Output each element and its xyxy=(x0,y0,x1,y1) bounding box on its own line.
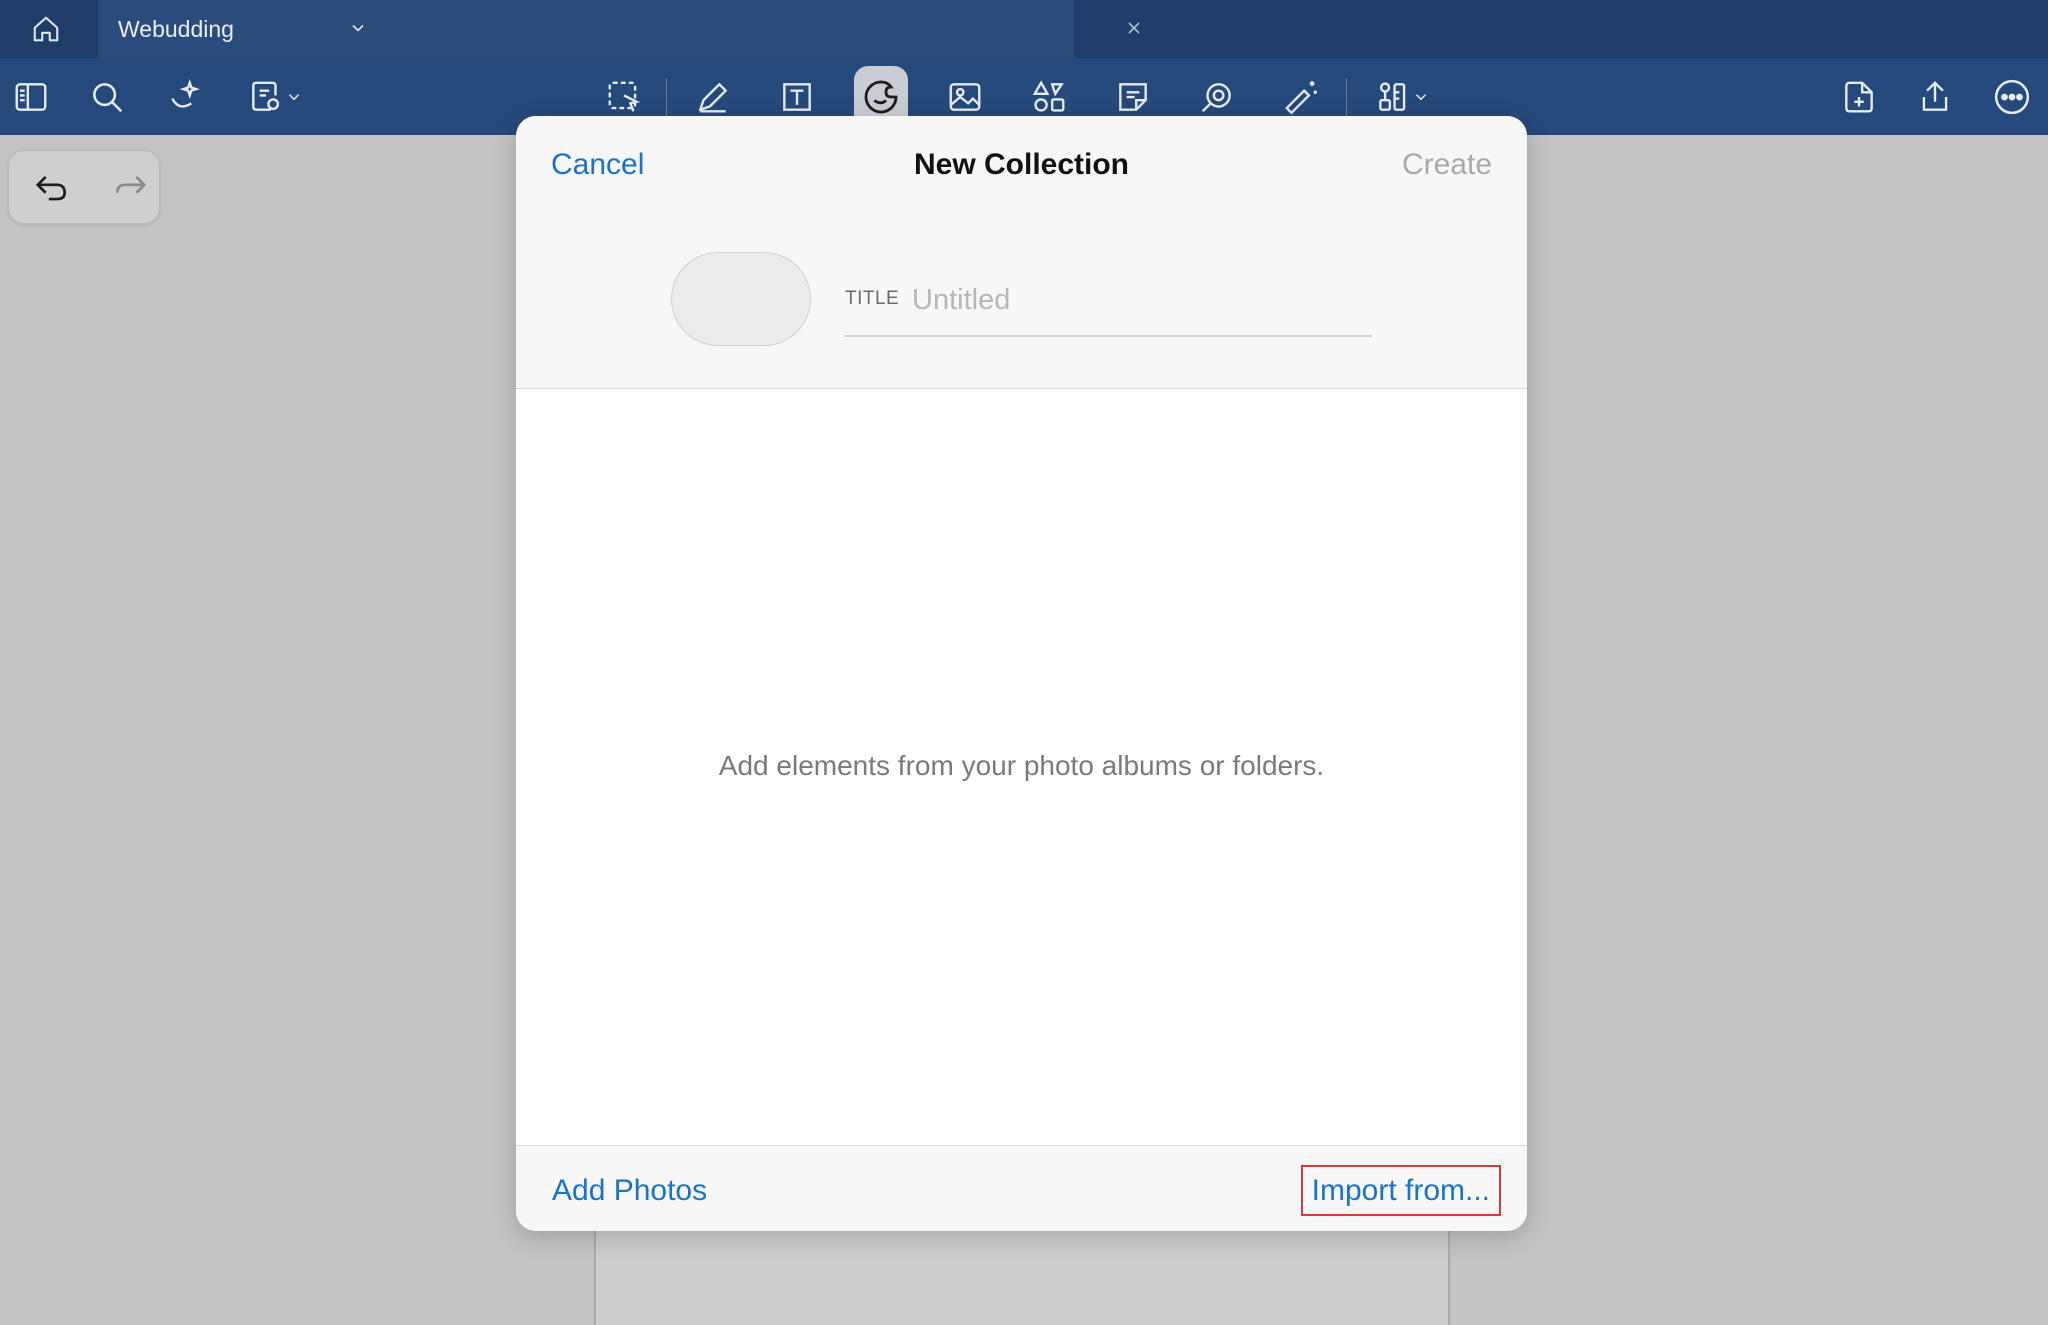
share-button[interactable] xyxy=(1908,70,1962,124)
create-button[interactable]: Create xyxy=(1402,148,1492,182)
laser-pointer-icon xyxy=(1201,83,1231,113)
undo-icon xyxy=(35,175,67,201)
sticker-icon xyxy=(864,80,898,114)
more-tools-icon xyxy=(1379,82,1406,111)
sidebar-icon xyxy=(15,83,47,111)
dialog-header: Cancel New Collection Create TITLE xyxy=(516,116,1527,389)
image-icon xyxy=(949,83,981,111)
title-field-label: TITLE xyxy=(845,288,900,309)
chevron-down-icon[interactable] xyxy=(348,18,368,38)
more-button[interactable] xyxy=(1985,70,2039,124)
magic-wand-icon xyxy=(1285,81,1317,115)
add-page-button[interactable] xyxy=(1832,70,1886,124)
sticky-note-icon xyxy=(1119,83,1147,111)
title-input[interactable] xyxy=(912,280,1367,320)
home-button[interactable] xyxy=(0,0,92,58)
chevron-down-icon xyxy=(1415,94,1427,101)
pen-icon xyxy=(698,82,728,113)
dialog-footer: Add Photos Import from... xyxy=(516,1145,1527,1231)
close-tab-icon[interactable] xyxy=(1124,18,1144,38)
chevron-down-icon xyxy=(288,94,300,101)
undo-redo-group xyxy=(8,150,160,224)
document-template-icon xyxy=(252,81,280,111)
add-page-icon xyxy=(1845,81,1873,113)
new-collection-dialog: Cancel New Collection Create TITLE Add e… xyxy=(516,116,1527,1231)
document-tab-title: Webudding xyxy=(118,16,234,42)
ai-sparkle-icon xyxy=(171,78,200,108)
search-icon xyxy=(93,83,123,113)
toolbar-divider xyxy=(1346,78,1347,116)
redo-icon xyxy=(115,175,147,194)
import-from-button[interactable]: Import from... xyxy=(1300,1165,1501,1216)
redo-button[interactable] xyxy=(105,163,155,213)
tab-bar: Webudding xyxy=(0,0,2048,58)
empty-state-message: Add elements from your photo albums or f… xyxy=(718,750,1325,781)
toolbar-divider xyxy=(666,78,667,116)
sidebar-button[interactable] xyxy=(4,70,58,124)
collection-icon-picker[interactable] xyxy=(671,252,811,346)
undo-button[interactable] xyxy=(27,163,77,213)
share-icon xyxy=(1922,81,1948,111)
shapes-icon xyxy=(1032,80,1065,112)
template-button[interactable] xyxy=(242,70,308,124)
document-tab[interactable]: Webudding xyxy=(98,0,1140,58)
text-box-icon xyxy=(783,83,811,111)
ai-button[interactable] xyxy=(158,70,212,124)
dialog-title: New Collection xyxy=(913,148,1130,181)
more-icon xyxy=(1994,79,2030,115)
title-underline xyxy=(845,335,1372,337)
add-photos-button[interactable]: Add Photos xyxy=(552,1174,707,1208)
home-icon xyxy=(33,16,59,42)
search-button[interactable] xyxy=(80,70,134,124)
lasso-select-icon xyxy=(608,81,641,112)
